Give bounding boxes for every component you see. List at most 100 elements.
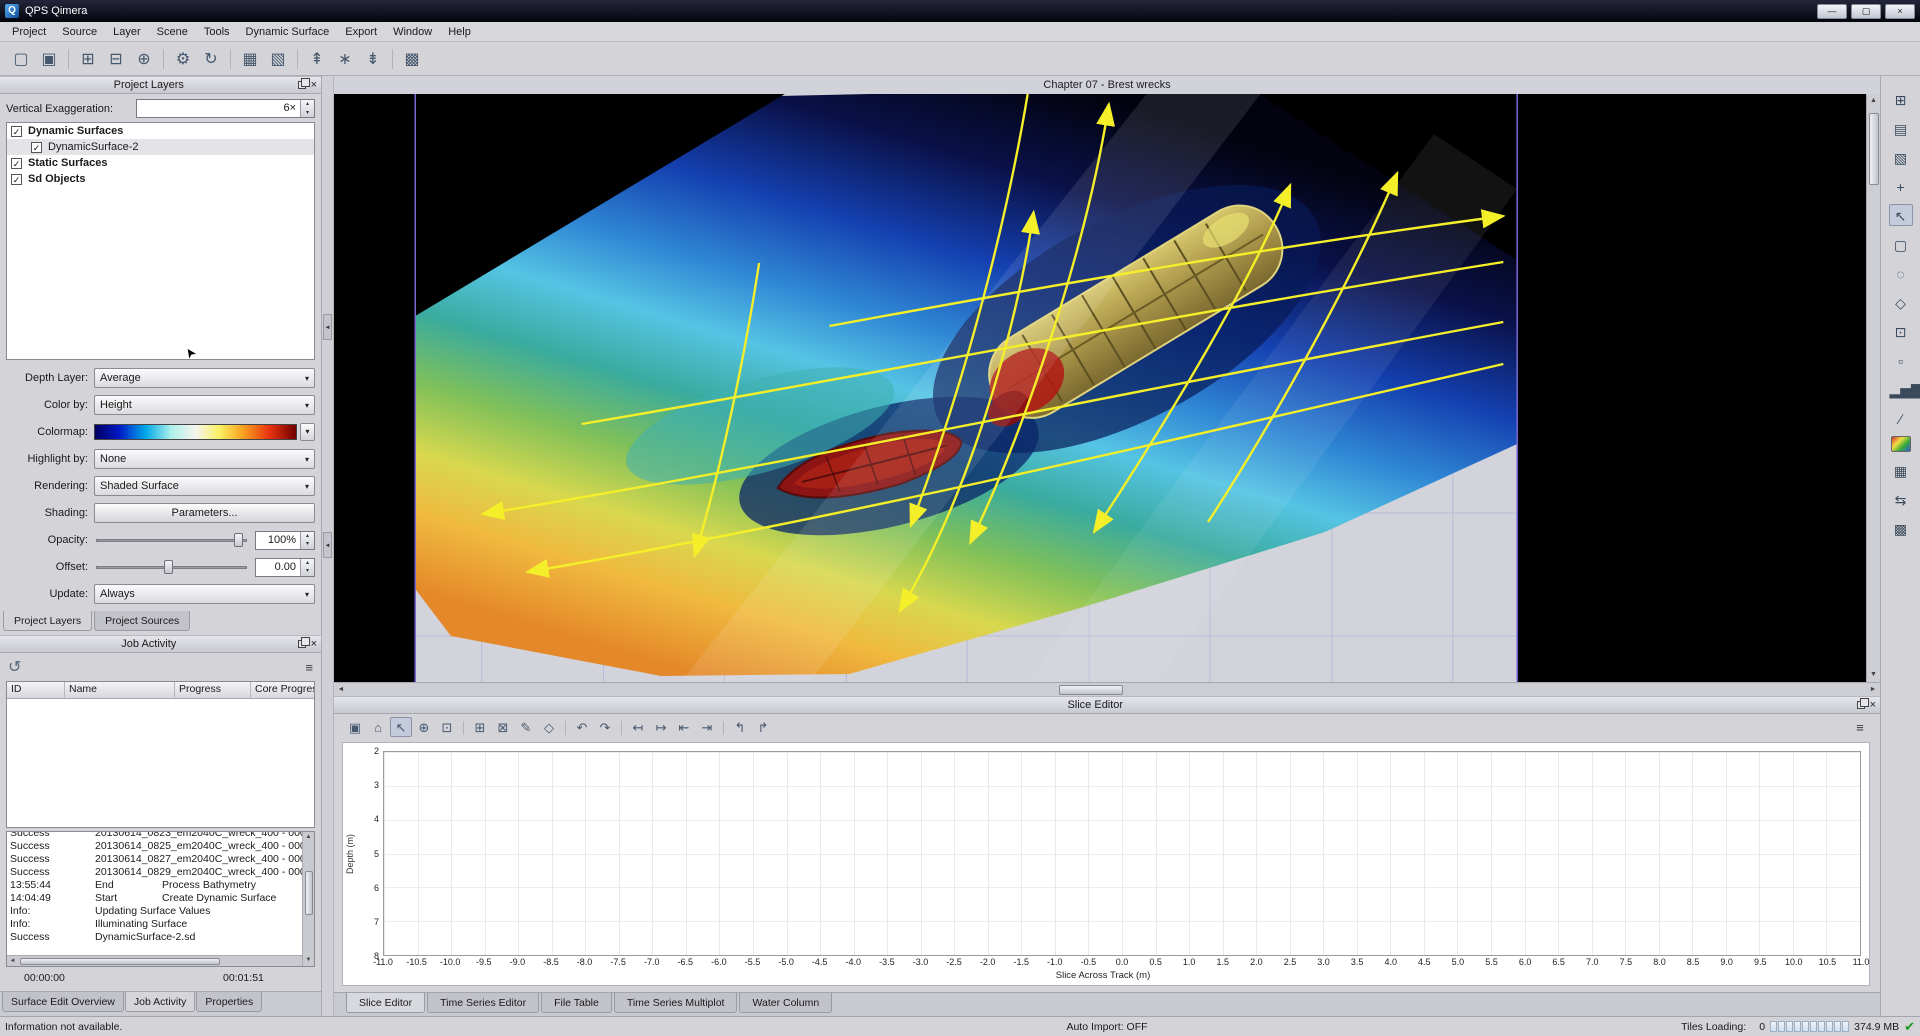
grid-mesh-icon[interactable]: ▦ [1889,459,1913,481]
layer-static-surfaces[interactable]: Static Surfaces [7,155,314,171]
select-cursor-icon[interactable]: ↖ [1889,204,1913,226]
slice-plot[interactable] [383,751,1861,956]
rotate-left-icon[interactable]: ↰ [729,717,751,737]
opacity-spinbox[interactable]: 100% ▴▾ [255,531,315,550]
close-panel-icon[interactable]: × [311,639,317,649]
float-panel-icon[interactable] [298,81,306,89]
log-row[interactable]: Success 20130614_0829_em2040C_wreck_400 … [7,866,302,879]
map-vertical-scrollbar[interactable]: ▲ ▼ [1866,94,1880,682]
add-raw-sonar-files-icon[interactable]: ⊞ [75,46,101,72]
step-forward-icon[interactable]: ⇥ [696,717,718,737]
tab-file-table[interactable]: File Table [541,993,612,1013]
layout-report-icon[interactable]: ▤ [1889,117,1913,139]
tab-time-series-multiplot[interactable]: Time Series Multiplot [614,993,738,1013]
spin-arrows-icon[interactable]: ▴▾ [300,559,314,576]
opacity-slider-handle[interactable] [234,533,243,547]
log-row[interactable]: Info: Illuminating Surface [7,918,302,931]
close-panel-icon[interactable]: × [1870,700,1876,710]
float-panel-icon[interactable] [1857,701,1865,709]
point-edit-icon[interactable]: ▫ [1889,349,1913,371]
menu-project[interactable]: Project [4,24,54,40]
save-icon[interactable]: ▣ [344,717,366,737]
slice-chart[interactable]: Depth (m) 2345678 -11.0-10.5-10.0-9.5-9.… [342,742,1870,986]
collapse-left-icon[interactable]: ◄ [323,532,332,558]
spin-arrows-icon[interactable]: ▴▾ [300,532,314,549]
menu-scene[interactable]: Scene [149,24,196,40]
view-3d-icon[interactable]: ▧ [1889,146,1913,168]
create-static-surface-icon[interactable]: ▧ [265,46,291,72]
menu-window[interactable]: Window [385,24,440,40]
measure-icon[interactable]: + [1889,175,1913,197]
export-surface-icon[interactable]: ⇟ [360,46,386,72]
menu-help[interactable]: Help [440,24,479,40]
update-surface-icon[interactable]: ∗ [332,46,358,72]
next-slice-icon[interactable]: ↦ [650,717,672,737]
step-back-icon[interactable]: ⇤ [673,717,695,737]
opacity-slider[interactable] [94,531,249,549]
histogram-icon[interactable]: ▂▅▇ [1889,378,1913,400]
layer-dynamicsurface-2[interactable]: DynamicSurface-2 [7,139,314,155]
panel-menu-icon[interactable]: ≡ [1850,720,1870,735]
color-by-dropdown[interactable]: Height ▾ [94,395,315,415]
shading-parameters-button[interactable]: Parameters... [94,503,315,523]
log-row[interactable]: Info: Updating Surface Values [7,905,302,918]
job-table-column-header[interactable]: Name [65,682,175,698]
layer-checkbox[interactable] [31,142,42,153]
scroll-down-icon[interactable]: ▼ [1867,668,1881,682]
panel-splitter[interactable]: ◄ ◄ [322,76,334,1016]
prev-slice-icon[interactable]: ↤ [627,717,649,737]
scrollbar-thumb[interactable] [305,871,313,915]
job-table-body[interactable] [7,699,314,827]
zoom-in-icon[interactable]: ⊕ [413,717,435,737]
job-table-column-header[interactable]: Progress [175,682,251,698]
table-view-icon[interactable]: ⊞ [1889,88,1913,110]
maximize-button[interactable]: ▢ [1851,4,1881,19]
add-processed-files-icon[interactable]: ⊟ [103,46,129,72]
tab-project-layers[interactable]: Project Layers [3,611,92,631]
edit-with-pencil-icon[interactable]: ✎ [515,717,537,737]
vertical-exaggeration-spinbox[interactable]: 6× ▴▾ [136,99,315,118]
edit-polygon-icon[interactable]: ◇ [538,717,560,737]
tab-job-activity[interactable]: Job Activity [125,992,196,1012]
undo-icon[interactable]: ↶ [571,717,593,737]
colormap-preview[interactable] [94,424,297,440]
colormap-dropdown-icon[interactable]: ▾ [300,423,315,441]
bathymetry-canvas[interactable] [334,94,1866,682]
log-row[interactable]: 14:04:49 Start Create Dynamic Surface [7,892,302,905]
menu-layer[interactable]: Layer [105,24,149,40]
tab-slice-editor[interactable]: Slice Editor [346,993,425,1013]
layer-dynamic-surfaces[interactable]: Dynamic Surfaces [7,123,314,139]
add-to-surface-icon[interactable]: ⇞ [304,46,330,72]
offset-slider-handle[interactable] [164,560,173,574]
depth-layer-dropdown[interactable]: Average ▾ [94,368,315,388]
float-panel-icon[interactable] [298,640,306,648]
scrollbar-thumb[interactable] [20,958,220,965]
log-row[interactable]: Success 20130614_0823_em2040C_wreck_400 … [7,832,302,840]
collapse-left-icon[interactable]: ◄ [323,314,332,340]
job-table-column-header[interactable]: ID [7,682,65,698]
log-vertical-scrollbar[interactable]: ▲ ▼ [302,832,314,966]
create-dynamic-surface-icon[interactable]: ▦ [237,46,263,72]
tab-time-series-editor[interactable]: Time Series Editor [427,993,539,1013]
mesh-surface-icon[interactable]: ▩ [1889,517,1913,539]
menu-export[interactable]: Export [337,24,385,40]
scroll-left-icon[interactable]: ◄ [7,956,18,967]
select-cursor-icon[interactable]: ↖ [390,717,412,737]
layer-checkbox[interactable] [11,158,22,169]
job-list-menu-icon[interactable]: ≡ [305,660,313,675]
menu-tools[interactable]: Tools [196,24,238,40]
close-button[interactable]: × [1885,4,1915,19]
update-dropdown[interactable]: Always ▾ [94,584,315,604]
highlight-by-dropdown[interactable]: None ▾ [94,449,315,469]
home-icon[interactable]: ⌂ [367,717,389,737]
scroll-up-icon[interactable]: ▲ [1867,94,1881,108]
offset-slider[interactable] [94,558,249,576]
lasso-select-icon[interactable]: ◌ [1889,262,1913,284]
new-project-icon[interactable]: ▢ [8,46,34,72]
add-navigation-icon[interactable]: ⊕ [131,46,157,72]
offset-spinbox[interactable]: 0.00 ▴▾ [255,558,315,577]
swap-axes-icon[interactable]: ⇆ [1889,488,1913,510]
scroll-right-icon[interactable]: ► [1866,683,1880,697]
scroll-down-icon[interactable]: ▼ [303,955,314,966]
grid-tool-icon[interactable]: ▩ [399,46,425,72]
